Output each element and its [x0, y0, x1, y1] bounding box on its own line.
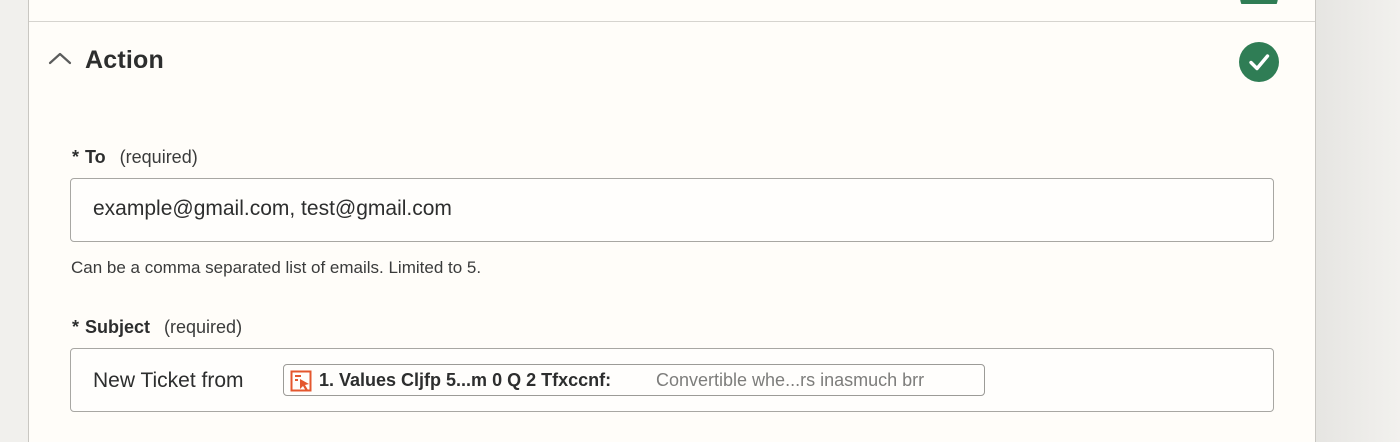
to-help-text: Can be a comma separated list of emails.…: [71, 258, 482, 277]
pill-field-name: 1. Values Cljfp 5...m 0 Q 2 Tfxccnf:: [319, 370, 612, 390]
previous-step-check-icon: [1240, 0, 1278, 4]
left-gutter: [0, 0, 28, 442]
check-circle-icon: [1239, 42, 1279, 82]
subject-prefix-text: New Ticket from: [93, 369, 244, 392]
required-star: *: [72, 317, 80, 337]
to-label-text: To: [85, 147, 106, 167]
to-input[interactable]: example@gmail.com, test@gmail.com: [70, 178, 1274, 242]
subject-label-text: Subject: [85, 317, 151, 337]
chevron-up-icon[interactable]: [47, 50, 73, 66]
mapped-field-pill[interactable]: 1. Values Cljfp 5...m 0 Q 2 Tfxccnf: Con…: [283, 364, 985, 396]
to-field-label: * To (required): [72, 147, 198, 168]
right-gutter: [1316, 0, 1400, 442]
required-star: *: [72, 147, 80, 167]
required-indicator: (required): [119, 147, 198, 167]
form-trigger-icon: [290, 370, 312, 392]
required-indicator: (required): [164, 317, 243, 337]
subject-field-label: * Subject (required): [72, 317, 242, 338]
action-section-header[interactable]: Action: [29, 22, 1315, 102]
subject-input[interactable]: New Ticket from 1. Values Cljfp 5...m 0 …: [70, 348, 1274, 412]
pill-field-value: Convertible whe...rs inasmuch brr: [656, 370, 925, 390]
section-title: Action: [85, 46, 164, 74]
action-step-panel: Action * To (required) example@gmail.com, …: [28, 0, 1316, 442]
to-input-value: example@gmail.com, test@gmail.com: [93, 197, 452, 220]
